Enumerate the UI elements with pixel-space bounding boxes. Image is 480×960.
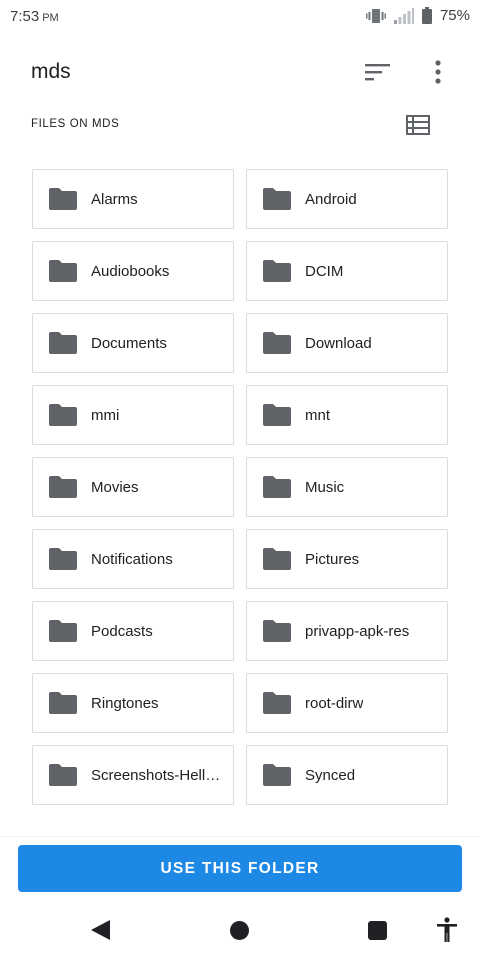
folder-label: Android <box>305 190 357 208</box>
folder-label: DCIM <box>305 262 344 280</box>
folder-item[interactable]: Pictures <box>246 529 448 589</box>
status-time-ampm: PM <box>42 12 59 24</box>
folder-label: Alarms <box>91 190 138 208</box>
folder-label: Music <box>305 478 345 496</box>
use-this-folder-button[interactable]: USE THIS FOLDER <box>18 845 462 892</box>
app-bar: mds <box>0 44 480 100</box>
folder-item[interactable]: Ringtones <box>32 673 234 733</box>
status-icons: 75% <box>365 7 470 24</box>
folder-icon <box>49 620 77 642</box>
folder-label: privapp-apk-res <box>305 622 410 640</box>
more-options-button[interactable] <box>420 54 456 90</box>
folder-label: mnt <box>305 406 331 424</box>
folder-icon <box>49 548 77 570</box>
folder-icon <box>49 404 77 426</box>
folder-icon <box>263 620 291 642</box>
folder-item[interactable]: mnt <box>246 385 448 445</box>
list-view-icon <box>406 115 430 135</box>
more-vert-icon <box>435 60 441 84</box>
section-label: FILES ON MDS <box>31 118 120 130</box>
folder-item[interactable]: Alarms <box>32 169 234 229</box>
folder-label: mmi <box>91 406 120 424</box>
status-time-value: 7:53 <box>10 8 40 25</box>
folder-item[interactable]: Download <box>246 313 448 373</box>
home-icon[interactable] <box>230 921 249 940</box>
folder-label: Documents <box>91 334 167 352</box>
folder-item[interactable]: Screenshots-Hell… <box>32 745 234 805</box>
folder-item[interactable]: Documents <box>32 313 234 373</box>
signal-icon <box>393 7 414 24</box>
folder-item[interactable]: Music <box>246 457 448 517</box>
recent-apps-icon[interactable] <box>368 921 387 940</box>
folder-item[interactable]: Synced <box>246 745 448 805</box>
folder-icon <box>263 260 291 282</box>
folder-icon <box>49 764 77 786</box>
folder-icon <box>49 332 77 354</box>
folder-label: Screenshots-Hell… <box>91 766 221 784</box>
folder-icon <box>263 548 291 570</box>
folder-label: Audiobooks <box>91 262 170 280</box>
folder-icon <box>49 476 77 498</box>
divider <box>0 836 480 837</box>
vibrate-icon <box>365 8 386 23</box>
battery-percent: 75% <box>439 7 470 24</box>
folder-icon <box>49 692 77 714</box>
folder-item[interactable]: Notifications <box>32 529 234 589</box>
status-time: 7:53 PM <box>10 8 59 25</box>
folder-icon <box>263 476 291 498</box>
folder-label: Movies <box>91 478 139 496</box>
folder-label: root-dirw <box>305 694 364 712</box>
folder-label: Ringtones <box>91 694 159 712</box>
folder-label: Synced <box>305 766 356 784</box>
accessibility-icon[interactable] <box>436 917 458 943</box>
sort-icon <box>365 64 390 81</box>
folder-item[interactable]: Android <box>246 169 448 229</box>
sort-button[interactable] <box>360 54 396 90</box>
folder-icon <box>263 764 291 786</box>
folder-picker-screen: 7:53 PM 75% mds FILES ON MDS Alarms Andr… <box>0 0 480 960</box>
use-this-folder-label: USE THIS FOLDER <box>160 859 320 877</box>
folder-item[interactable]: Podcasts <box>32 601 234 661</box>
folder-icon <box>49 260 77 282</box>
folder-label: Pictures <box>305 550 360 568</box>
folder-label: Download <box>305 334 372 352</box>
folder-item[interactable]: privapp-apk-res <box>246 601 448 661</box>
folder-icon <box>263 404 291 426</box>
battery-icon <box>421 7 432 24</box>
navigation-bar <box>0 900 480 960</box>
folder-icon <box>263 188 291 210</box>
folder-label: Notifications <box>91 550 173 568</box>
folder-item[interactable]: Audiobooks <box>32 241 234 301</box>
view-toggle-button[interactable] <box>400 108 436 142</box>
status-bar: 7:53 PM 75% <box>0 0 480 32</box>
folder-item[interactable]: root-dirw <box>246 673 448 733</box>
folder-grid: Alarms Android Audiobooks DCIM Documents Down… <box>32 169 448 805</box>
page-title: mds <box>31 60 71 83</box>
back-icon[interactable] <box>90 919 112 941</box>
folder-icon <box>263 692 291 714</box>
folder-label: Podcasts <box>91 622 153 640</box>
folder-icon <box>263 332 291 354</box>
folder-item[interactable]: DCIM <box>246 241 448 301</box>
folder-item[interactable]: mmi <box>32 385 234 445</box>
folder-icon <box>49 188 77 210</box>
folder-item[interactable]: Movies <box>32 457 234 517</box>
